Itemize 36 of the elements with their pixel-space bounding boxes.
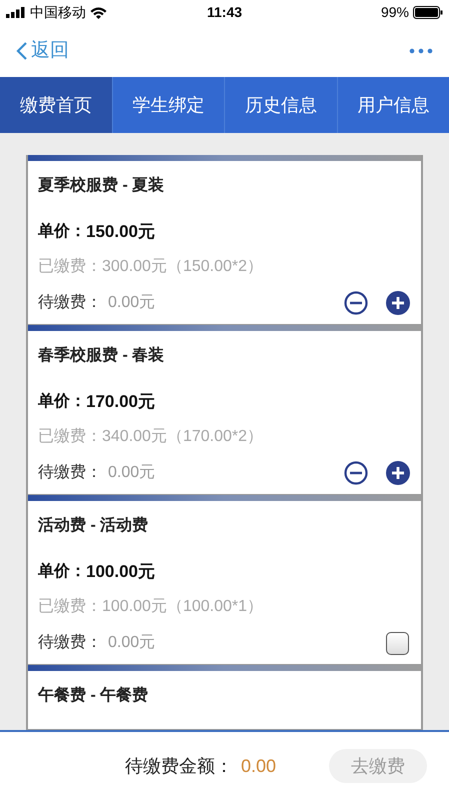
- pending-amount: 0.00元: [108, 463, 156, 483]
- plus-icon[interactable]: [386, 461, 410, 485]
- unit-price: 100.00元: [86, 561, 155, 583]
- battery-icon: [413, 6, 444, 19]
- item-title: 春季校服费 - 春装: [38, 345, 166, 366]
- pending-label: 待缴费：: [38, 462, 102, 483]
- unit-price: 170.00元: [86, 391, 155, 413]
- unit-price: 150.00元: [86, 221, 155, 243]
- pending-amount: 0.00元: [108, 293, 156, 313]
- checkbox[interactable]: [386, 632, 409, 654]
- paid-amount: 已缴费：340.00元（170.00*2）: [38, 426, 264, 447]
- pending-amount: 0.00元: [108, 633, 156, 653]
- price-label: 单价：: [38, 222, 86, 242]
- item-title: 午餐费 - 午餐费: [38, 686, 150, 706]
- more-icon[interactable]: [409, 48, 433, 54]
- battery-percent: 99%: [380, 3, 410, 22]
- price-label: 单价：: [38, 562, 86, 582]
- clock: 11:43: [206, 3, 242, 22]
- wifi-icon: [90, 6, 107, 18]
- paid-amount: 已缴费：300.00元（150.00*2）: [38, 256, 264, 277]
- back-button[interactable]: 返回: [16, 36, 69, 66]
- minus-icon[interactable]: [344, 461, 368, 485]
- item-title: 夏季校服费 - 夏装: [38, 175, 166, 196]
- total-amount: 0.00: [241, 754, 276, 778]
- paid-amount: 已缴费：100.00元（100.00*1）: [38, 596, 264, 617]
- item-title: 活动费 - 活动费: [38, 516, 150, 536]
- nav-tab[interactable]: 缴费首页: [0, 77, 112, 133]
- pending-label: 待缴费：: [38, 292, 102, 313]
- signal-icon: [6, 7, 26, 18]
- pending-label: 待缴费：: [38, 632, 102, 653]
- carrier: 中国移动: [30, 3, 86, 22]
- chevron-left-icon: [16, 41, 28, 61]
- minus-icon[interactable]: [344, 291, 368, 315]
- price-label: 单价：: [38, 392, 86, 412]
- plus-icon[interactable]: [386, 291, 410, 315]
- total-label: 待缴费金额：: [125, 754, 233, 778]
